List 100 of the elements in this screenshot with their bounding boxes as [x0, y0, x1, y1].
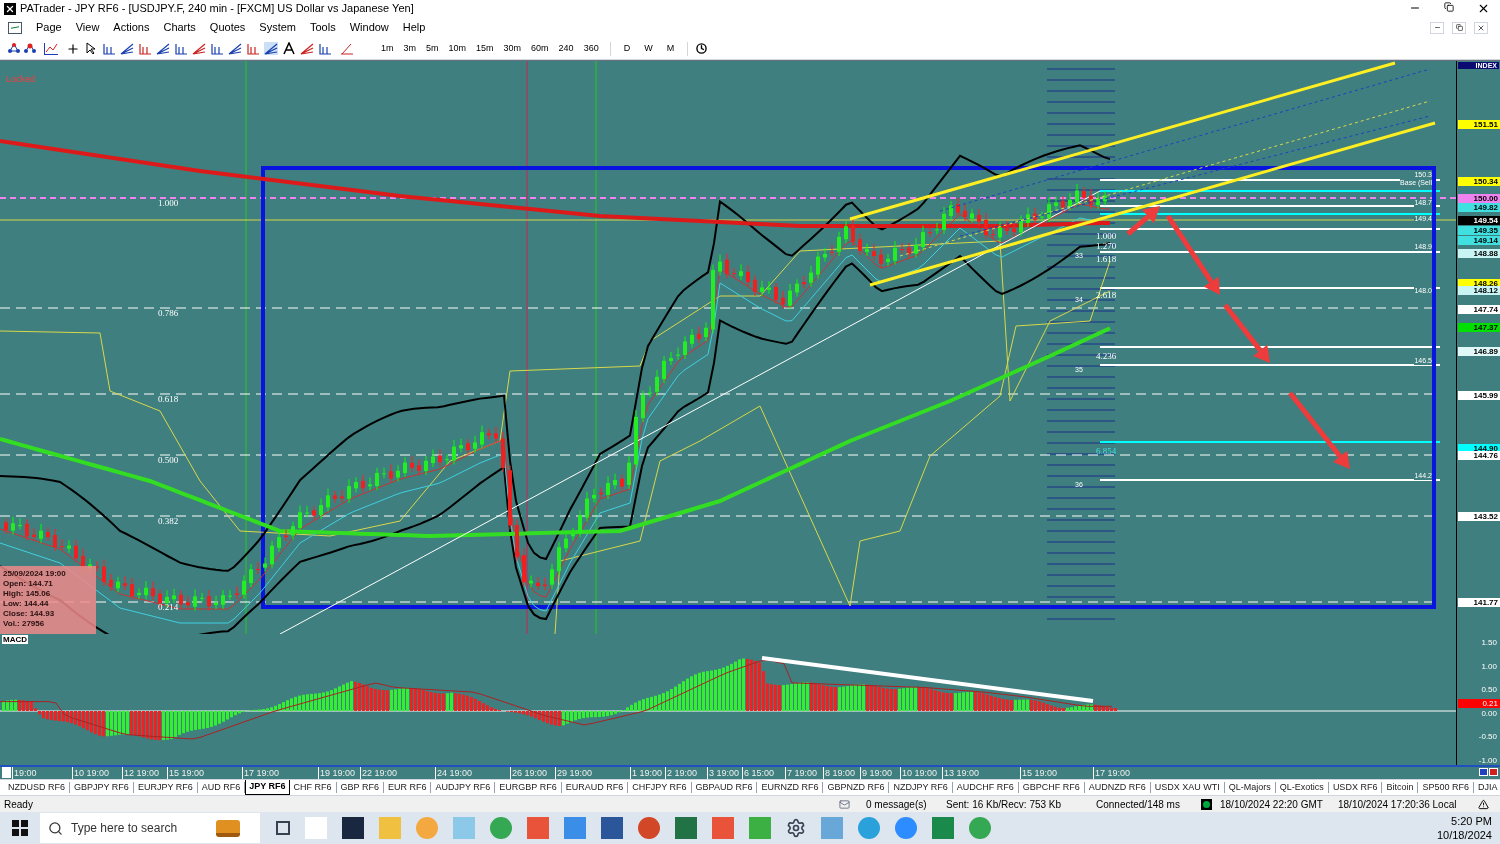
local-time: 18/10/2024 17:20:36 Local	[1338, 797, 1458, 812]
search-placeholder: Type here to search	[71, 820, 178, 837]
timeframe-button[interactable]: 30m	[500, 41, 525, 56]
symbol-tab[interactable]: EUR RF6	[383, 782, 432, 793]
clock-icon[interactable]	[696, 43, 708, 54]
symbol-tab[interactable]: DJIA	[1473, 782, 1500, 793]
menu-item[interactable]: Quotes	[209, 19, 246, 36]
ohlc-value: Low: 144.44	[3, 599, 50, 609]
menu-item[interactable]: View	[75, 19, 100, 36]
cursor-icon[interactable]	[84, 42, 98, 55]
menu-item[interactable]: System	[259, 19, 296, 36]
fib-level-label: 0.500	[158, 454, 179, 467]
symbol-tab[interactable]: QL-Exotics	[1275, 782, 1329, 793]
symbol-tab[interactable]: SP500 RF6	[1418, 782, 1474, 793]
price-label: 148.12	[1458, 286, 1500, 296]
fib-extension-label: 1.000	[1096, 230, 1117, 243]
minimize-icon[interactable]	[1430, 21, 1444, 34]
timeframe-button[interactable]: 15m	[473, 41, 497, 56]
ohlc-value: High: 145.06	[3, 589, 52, 599]
fib-level-label: 0.214	[158, 601, 179, 614]
timeframe-button[interactable]: 60m	[528, 41, 552, 56]
period-button[interactable]: W	[639, 41, 658, 56]
fib-level-label: 0.786	[158, 307, 179, 320]
price-label: 143.52	[1458, 512, 1500, 522]
symbol-tab[interactable]: Bitcoin	[1382, 782, 1419, 793]
taskbar-search-field[interactable]: Type here to search	[40, 813, 260, 843]
symbol-tab[interactable]: NZDUSD RF6	[4, 782, 70, 793]
symbol-tab[interactable]: GBPAUD RF6	[691, 782, 758, 793]
powerpoint-icon[interactable]	[638, 817, 660, 839]
taskbar-date: 10/18/2024	[1436, 828, 1492, 842]
task-view-icon[interactable]	[276, 821, 290, 835]
chart-icon[interactable]	[44, 42, 58, 55]
text-icon[interactable]	[282, 42, 296, 55]
symbol-tab[interactable]: AUDNZD RF6	[1084, 782, 1151, 793]
period-button[interactable]: M	[661, 41, 680, 56]
fib-level-label: 1.000	[158, 197, 179, 210]
ohlc-value: Close: 144.93	[3, 609, 56, 619]
price-label: 141.77	[1458, 598, 1500, 607]
timeframe-button[interactable]: 360	[580, 41, 602, 56]
price-label: 150.34	[1458, 177, 1500, 187]
locked-label: Locked	[6, 73, 36, 86]
symbol-tab[interactable]: AUDJPY RF6	[431, 782, 496, 793]
menu-item[interactable]: Window	[349, 19, 389, 36]
connection-status: Connected/148 ms	[1096, 797, 1181, 812]
symbol-tab[interactable]: EURJPY RF6	[133, 782, 198, 793]
warning-icon	[1478, 798, 1489, 810]
symbol-tab[interactable]: EURGBP RF6	[495, 782, 562, 793]
search-icon	[48, 820, 63, 836]
symbol-tab[interactable]: USDX RF6	[1328, 782, 1383, 793]
video-app-icon[interactable]	[895, 817, 917, 839]
network-icon[interactable]	[8, 43, 20, 54]
network-icon[interactable]	[24, 43, 36, 54]
timeframe-button[interactable]: 240	[555, 41, 577, 56]
price-label: 151.51	[1458, 119, 1500, 129]
timeframe-button[interactable]: 5m	[423, 41, 442, 56]
chart-menu-icon[interactable]	[8, 21, 22, 34]
symbol-tab[interactable]: EURAUD RF6	[561, 782, 629, 793]
symbol-tab[interactable]: USDX XAU WTI	[1150, 782, 1225, 793]
symbol-tab[interactable]: GBPCHF RF6	[1018, 782, 1085, 793]
timeframe-button[interactable]: 3m	[400, 41, 420, 56]
settings-icon[interactable]	[786, 818, 806, 838]
macd-label: MACD	[2, 635, 28, 644]
symbol-tab[interactable]: EURNZD RF6	[757, 782, 824, 793]
pen-icon[interactable]	[340, 42, 354, 55]
close-icon[interactable]	[1474, 21, 1488, 34]
traffic-status: Sent: 16 Kb/Recv: 753 Kb	[946, 797, 1063, 812]
restore-icon[interactable]	[1444, 2, 1454, 12]
scroll-thumb[interactable]	[2, 767, 11, 778]
connection-indicator-icon	[1201, 798, 1212, 810]
message-count: 0 message(s)	[866, 797, 928, 812]
windows-start-icon[interactable]	[12, 820, 28, 836]
menu-item[interactable]: Tools	[310, 19, 336, 36]
symbol-tab[interactable]: CHFJPY RF6	[628, 782, 692, 793]
symbol-tab[interactable]: NZDJPY RF6	[889, 782, 953, 793]
macd-axis-label: 0.50	[1481, 685, 1497, 694]
symbol-tab[interactable]: JPY RF6	[245, 780, 290, 795]
symbol-tab[interactable]: AUDCHF RF6	[952, 782, 1019, 793]
timeframe-button[interactable]: 1m	[378, 41, 397, 56]
bar-date: 25/09/2024 19:00	[3, 569, 66, 579]
menu-item[interactable]: Page	[36, 19, 62, 36]
menu-item[interactable]: Help	[402, 19, 426, 36]
symbol-tab[interactable]: GBP RF6	[336, 782, 384, 793]
period-button[interactable]: D	[618, 41, 636, 56]
macd-axis-label: 1.00	[1481, 661, 1497, 671]
menu-item[interactable]: Charts	[163, 19, 196, 36]
symbol-tab[interactable]: GBPNZD RF6	[823, 782, 890, 793]
arrow	[1223, 303, 1270, 363]
price-label: 144.76	[1458, 451, 1500, 461]
timeframe-button[interactable]: 10m	[445, 41, 470, 56]
mail-icon	[839, 798, 850, 810]
crosshair-icon[interactable]	[66, 41, 80, 56]
symbol-tab[interactable]: GBPJPY RF6	[70, 782, 134, 793]
macd-axis-label: -1.00	[1478, 755, 1497, 765]
menu-item[interactable]: Actions	[113, 19, 150, 36]
symbol-tab[interactable]: QL-Majors	[1224, 782, 1276, 793]
ohlc-value: Vol.: 27956	[3, 619, 46, 629]
symbol-tab[interactable]: CHF RF6	[289, 782, 337, 793]
status-text: Ready	[4, 797, 34, 812]
price-label: 148.88	[1458, 248, 1500, 258]
briefcase-icon[interactable]	[216, 819, 240, 837]
